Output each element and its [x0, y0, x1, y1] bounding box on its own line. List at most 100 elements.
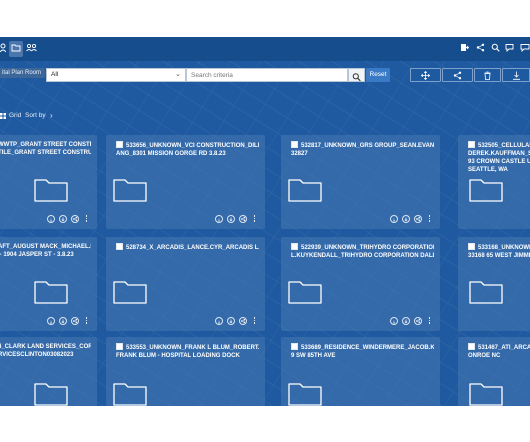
plan-room-app: All ⌄ Reset ital Plan Room Grid Sort by …	[0, 37, 530, 406]
people-icon[interactable]	[25, 41, 37, 57]
card-title-text: 532505_CELLULAR TO DEREK.KAUFFMAN_S 93 C…	[468, 143, 530, 173]
grid-icon[interactable]	[0, 113, 6, 119]
kebab-icon[interactable]	[428, 215, 431, 223]
kebab-icon[interactable]	[253, 215, 256, 223]
folder-icon	[113, 179, 147, 202]
document-card[interactable]: 522939_UNKNOWN_TRIHYDRO CORPORATION_TERR…	[281, 237, 440, 331]
folder-icon	[34, 383, 68, 406]
chat-icon[interactable]	[519, 41, 530, 57]
share-icon[interactable]	[71, 215, 79, 223]
document-card[interactable]: 532817_UNKNOWN_GRS GROUP_SEAN.EVANS_GRS …	[281, 135, 440, 229]
document-card[interactable]: 533168_UNKNOWN_ 33168 65 WEST JIMMI	[458, 237, 530, 331]
card-title-text: AFT_AUGUST MACK_MICHAEL.KEE - 1904 JASPE…	[0, 244, 91, 258]
card-title: AFT_AUGUST MACK_MICHAEL.KEE - 1904 JASPE…	[0, 243, 91, 259]
download-icon[interactable]	[227, 317, 235, 325]
download-icon[interactable]	[402, 215, 410, 223]
document-card[interactable]: 531467_ATI_ARCADIS ONROE NC	[458, 337, 530, 406]
kebab-icon[interactable]	[85, 317, 88, 325]
export-icon[interactable]	[459, 41, 469, 57]
plan-room-tooltip: ital Plan Room	[0, 68, 46, 78]
trash-icon	[484, 71, 491, 80]
card-checkbox[interactable]	[116, 141, 123, 148]
download-icon[interactable]	[402, 317, 410, 325]
download-icon[interactable]	[59, 215, 67, 223]
document-card[interactable]: 533689_RESIDENCE_WINDERMERE_JACOB.KRITZ_…	[281, 337, 440, 406]
card-title-text: WWTP_GRANT STREET CONSTRUC TILE_GRANT ST…	[0, 142, 91, 156]
card-checkbox[interactable]	[291, 141, 298, 148]
card-checkbox[interactable]	[291, 343, 298, 350]
card-title: 533689_RESIDENCE_WINDERMERE_JACOB.KRITZ_…	[291, 343, 434, 360]
move-button[interactable]	[410, 68, 441, 82]
folder-icon	[113, 383, 147, 406]
info-icon[interactable]	[47, 215, 55, 223]
folder-icon	[288, 383, 322, 406]
chevron-down-icon: ⌄	[175, 71, 181, 78]
document-card[interactable]: WWTP_GRANT STREET CONSTRUC TILE_GRANT ST…	[0, 135, 97, 229]
document-card[interactable]: 4_CLARK LAND SERVICES_CORY.E RVICESCLINT…	[0, 337, 97, 406]
card-actions	[390, 215, 434, 223]
card-title-text: 532817_UNKNOWN_GRS GROUP_SEAN.EVANS_GRS …	[291, 143, 434, 157]
folder-icon	[288, 179, 322, 202]
card-title: 531467_ATI_ARCADIS ONROE NC	[468, 343, 530, 360]
share-icon[interactable]	[71, 317, 79, 325]
document-card[interactable]: 533553_UNKNOWN_FRANK L BLUM_ROBERT.BRAUN…	[106, 337, 265, 406]
card-checkbox[interactable]	[116, 243, 123, 250]
kebab-icon[interactable]	[85, 215, 88, 223]
card-actions	[215, 317, 259, 325]
info-icon[interactable]	[47, 317, 55, 325]
delete-button[interactable]	[474, 68, 501, 82]
card-checkbox[interactable]	[468, 141, 475, 148]
card-title: 532817_UNKNOWN_GRS GROUP_SEAN.EVANS_GRS …	[291, 141, 434, 158]
folder-icon[interactable]	[9, 41, 23, 57]
card-checkbox[interactable]	[468, 343, 475, 350]
chat-icon[interactable]	[505, 41, 515, 57]
card-actions	[390, 317, 434, 325]
card-title-text: 533553_UNKNOWN_FRANK L BLUM_ROBERT.BRAUN…	[116, 345, 259, 359]
download-icon[interactable]	[59, 317, 67, 325]
users-icon[interactable]	[0, 41, 6, 57]
download-button[interactable]	[502, 68, 530, 82]
card-title: 533553_UNKNOWN_FRANK L BLUM_ROBERT.BRAUN…	[116, 343, 259, 360]
share-button[interactable]	[442, 68, 473, 82]
download-icon[interactable]	[227, 215, 235, 223]
share-icon[interactable]	[239, 215, 247, 223]
search-button[interactable]	[348, 68, 365, 82]
kebab-icon[interactable]	[253, 317, 256, 325]
share-icon[interactable]	[414, 215, 422, 223]
info-icon[interactable]	[215, 317, 223, 325]
document-card[interactable]: 533656_UNKNOWN_VCI CONSTRUCTION_DILLON.M…	[106, 135, 265, 229]
document-card[interactable]: AFT_AUGUST MACK_MICHAEL.KEE - 1904 JASPE…	[0, 237, 97, 331]
folder-icon	[469, 383, 503, 406]
card-actions	[47, 317, 91, 325]
share-icon[interactable]	[475, 41, 485, 57]
scope-select-value: All	[51, 71, 59, 78]
card-checkbox[interactable]	[291, 243, 298, 250]
document-card[interactable]: 532505_CELLULAR TO DEREK.KAUFFMAN_S 93 C…	[458, 135, 530, 229]
kebab-icon[interactable]	[428, 317, 431, 325]
card-checkbox[interactable]	[468, 243, 475, 250]
search-input[interactable]	[186, 68, 348, 82]
reset-button[interactable]: Reset	[366, 68, 390, 82]
info-icon[interactable]	[390, 215, 398, 223]
filter-bar: All ⌄ Reset	[0, 66, 530, 84]
grid-view-toggle[interactable]: Grid	[9, 112, 21, 119]
scope-select[interactable]: All ⌄	[46, 68, 186, 82]
chevron-right-icon[interactable]: ›	[50, 111, 53, 120]
folder-icon	[34, 281, 68, 304]
sort-by-dropdown[interactable]: Sort by	[25, 112, 46, 119]
card-actions	[47, 215, 91, 223]
card-actions	[215, 215, 259, 223]
folder-icon	[288, 281, 322, 304]
info-icon[interactable]	[390, 317, 398, 325]
card-actions	[458, 317, 502, 325]
search-icon[interactable]	[490, 41, 500, 57]
card-checkbox[interactable]	[116, 343, 123, 350]
document-card[interactable]: 528734_X_ARCADIS_LANCE.CYR_ARCADIS LA HA…	[106, 237, 265, 331]
card-title-text: 531467_ATI_ARCADIS ONROE NC	[468, 345, 530, 359]
card-title: 522939_UNKNOWN_TRIHYDRO CORPORATION_TERR…	[291, 243, 434, 260]
share-icon[interactable]	[239, 317, 247, 325]
card-title: WWTP_GRANT STREET CONSTRUC TILE_GRANT ST…	[0, 141, 91, 157]
card-title: 532505_CELLULAR TO DEREK.KAUFFMAN_S 93 C…	[468, 141, 530, 174]
share-icon[interactable]	[414, 317, 422, 325]
info-icon[interactable]	[215, 215, 223, 223]
